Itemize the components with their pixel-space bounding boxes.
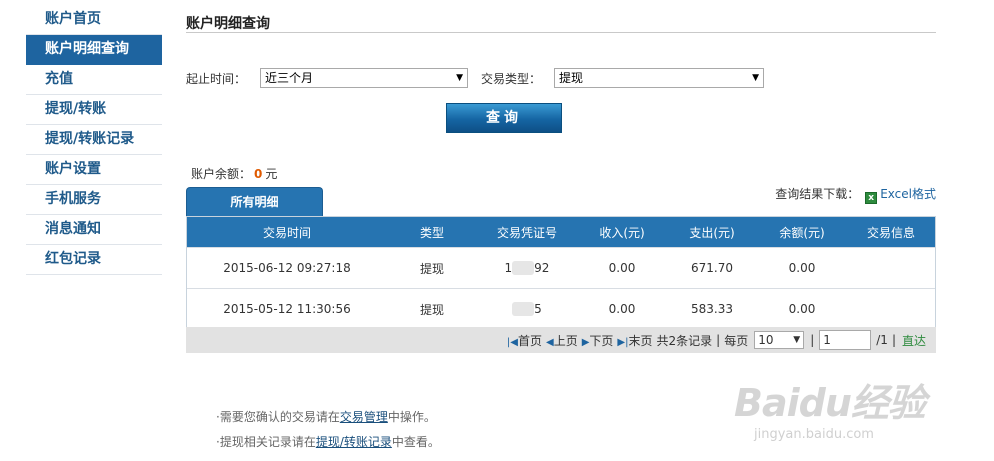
column-header-voucher: 交易凭证号 <box>496 225 557 240</box>
cell-info <box>847 248 935 288</box>
voucher-end: 92 <box>534 261 550 275</box>
pager-divider: | <box>810 333 815 347</box>
title-divider <box>186 32 936 33</box>
next-page-label: 下页 <box>589 333 614 348</box>
sidebar-item-account-details[interactable]: 账户明细查询 <box>26 35 162 65</box>
cell-balance: 0.00 <box>788 261 816 275</box>
go-to-page-button[interactable]: 直达 <box>902 332 926 349</box>
redaction-mask <box>512 261 535 275</box>
cell-voucher: 5 <box>477 289 577 329</box>
voucher-start: 1 <box>504 261 513 275</box>
next-page-button[interactable]: ▶下页 <box>582 332 614 349</box>
column-header-income: 收入(元) <box>599 225 645 240</box>
note-text: ·需要您确认的交易请在 <box>216 410 340 424</box>
cell-type: 提现 <box>419 261 444 276</box>
cell-type: 提现 <box>419 302 444 317</box>
prev-page-button[interactable]: ◀上页 <box>546 332 578 349</box>
sidebar-item-account-settings[interactable]: 账户设置 <box>26 155 162 185</box>
cell-time: 2015-05-12 11:30:56 <box>223 302 351 316</box>
balance-amount: 0 <box>254 167 263 181</box>
cell-info <box>847 289 935 329</box>
chevron-down-icon: ▼ <box>456 73 463 83</box>
per-page-value: 10 <box>758 333 774 347</box>
sidebar-item-mobile-service[interactable]: 手机服务 <box>26 185 162 215</box>
sidebar-item-notifications[interactable]: 消息通知 <box>26 215 162 245</box>
table-row: 2015-06-12 09:27:18 提现 1 92 0.00 671.70 0… <box>187 247 935 288</box>
column-header-time: 交易时间 <box>262 225 311 240</box>
cell-expense: 583.33 <box>691 302 733 316</box>
excel-icon: x <box>865 192 878 204</box>
pagination-bar: |◀首页 ◀上页 ▶下页 ▶|末页 共2条记录 | 每页 10 ▼ | 1 /1… <box>186 327 936 353</box>
tab-all-details[interactable]: 所有明细 <box>186 187 323 216</box>
per-page-select[interactable]: 10 ▼ <box>754 331 805 349</box>
cell-expense: 671.70 <box>691 261 733 275</box>
excel-download-link[interactable]: Excel格式 <box>880 187 936 201</box>
transaction-type-value: 提现 <box>559 71 584 85</box>
sidebar-item-withdraw-records[interactable]: 提现/转账记录 <box>26 125 162 155</box>
table-row: 2015-05-12 11:30:56 提现 5 0.00 583.33 0.0… <box>187 288 935 329</box>
pager-divider: | <box>891 333 896 347</box>
watermark-logo: Baidu经验 <box>734 381 926 425</box>
sidebar-item-withdraw-transfer[interactable]: 提现/转账 <box>26 95 162 125</box>
cell-voucher: 1 92 <box>477 248 577 288</box>
transactions-table: 交易时间 类型 交易凭证号 收入(元) 支出(元) 余额(元) 交易信息 201… <box>186 216 936 330</box>
transaction-type-select[interactable]: 提现 ▼ <box>554 68 764 88</box>
pagination-controls: |◀首页 ◀上页 ▶下页 ▶|末页 共2条记录 | 每页 10 ▼ | 1 /1… <box>505 330 926 350</box>
baidu-watermark: Baidu经验 jingyan.baidu.com <box>734 372 954 442</box>
footer-notes: ·需要您确认的交易请在交易管理中操作。 ·提现相关记录请在提现/转账记录中查看。 <box>216 405 440 455</box>
last-page-button[interactable]: ▶|末页 <box>617 332 652 349</box>
voucher-end: 5 <box>534 302 542 316</box>
time-range-value: 近三个月 <box>265 71 314 85</box>
column-header-type: 类型 <box>419 225 444 240</box>
note-line: ·提现相关记录请在提现/转账记录中查看。 <box>216 430 440 455</box>
chevron-down-icon: ▼ <box>793 335 801 345</box>
page-number-input[interactable]: 1 <box>819 330 872 350</box>
sidebar-item-account-home[interactable]: 账户首页 <box>26 5 162 35</box>
pager-divider: | <box>716 333 721 347</box>
time-range-label: 起止时间： <box>186 72 247 86</box>
page-title: 账户明细查询 <box>186 16 270 32</box>
transaction-management-link[interactable]: 交易管理 <box>340 410 388 424</box>
filter-row: 起止时间： 近三个月 ▼ 交易类型： 提现 ▼ <box>186 68 786 88</box>
note-text: 中查看。 <box>391 435 440 449</box>
last-page-icon: ▶| <box>617 336 629 348</box>
withdraw-records-link[interactable]: 提现/转账记录 <box>316 435 392 449</box>
cell-income: 0.00 <box>608 261 636 275</box>
note-text: 中操作。 <box>387 410 436 424</box>
prev-page-icon: ◀ <box>545 336 554 348</box>
chevron-down-icon: ▼ <box>752 73 759 83</box>
cell-income: 0.00 <box>608 302 636 316</box>
download-results: 查询结果下载： x Excel格式 <box>775 185 936 204</box>
page-total: /1 <box>876 333 888 347</box>
prev-page-label: 上页 <box>553 333 578 348</box>
note-text: ·提现相关记录请在 <box>216 435 316 449</box>
per-page-label: 每页 <box>724 333 749 348</box>
first-page-button[interactable]: |◀首页 <box>507 332 542 349</box>
cell-balance: 0.00 <box>788 302 816 316</box>
table-header: 交易时间 类型 交易凭证号 收入(元) 支出(元) 余额(元) 交易信息 <box>187 217 935 247</box>
last-page-label: 末页 <box>628 333 653 348</box>
total-records: 共2条记录 <box>656 333 713 348</box>
download-label: 查询结果下载： <box>775 187 860 201</box>
cell-time: 2015-06-12 09:27:18 <box>223 261 351 275</box>
balance-unit: 元 <box>265 167 278 181</box>
transaction-type-label: 交易类型： <box>481 72 542 86</box>
watermark-url: jingyan.baidu.com <box>754 427 874 442</box>
column-header-balance: 余额(元) <box>779 225 825 240</box>
account-balance: 账户余额： 0 元 <box>191 165 277 182</box>
column-header-expense: 支出(元) <box>689 225 735 240</box>
sidebar-nav: 账户首页 账户明细查询 充值 提现/转账 提现/转账记录 账户设置 手机服务 消… <box>26 5 162 275</box>
tab-strip: 所有明细 <box>186 187 323 216</box>
note-line: ·需要您确认的交易请在交易管理中操作。 <box>216 405 440 430</box>
balance-label: 账户余额： <box>191 167 252 181</box>
first-page-label: 首页 <box>517 333 542 348</box>
time-range-select[interactable]: 近三个月 ▼ <box>260 68 468 88</box>
sidebar-item-red-packets[interactable]: 红包记录 <box>26 245 162 275</box>
sidebar-item-recharge[interactable]: 充值 <box>26 65 162 95</box>
column-header-info: 交易信息 <box>866 225 915 240</box>
first-page-icon: |◀ <box>506 336 518 348</box>
redaction-mask <box>512 302 535 316</box>
query-button[interactable]: 查询 <box>446 103 562 133</box>
